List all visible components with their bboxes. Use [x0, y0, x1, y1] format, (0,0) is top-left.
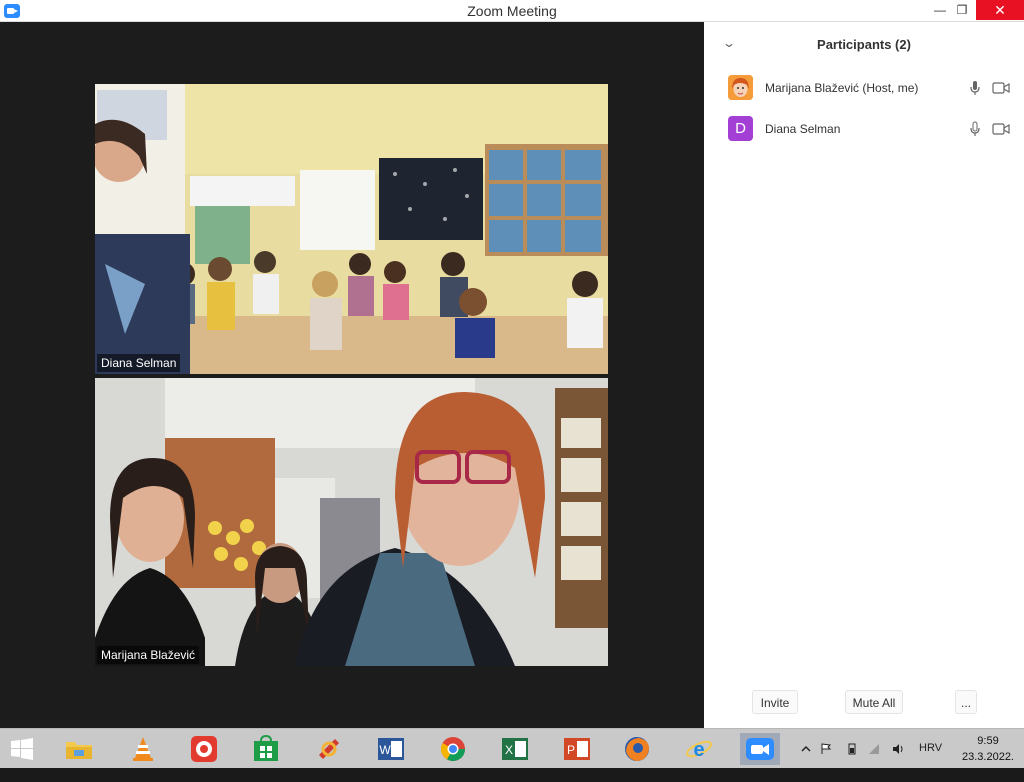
store-icon[interactable]: [249, 733, 283, 765]
powerpoint-icon[interactable]: P: [560, 733, 594, 765]
mute-all-button[interactable]: Mute All: [845, 690, 903, 714]
video-tile-marijana-blazevic[interactable]: Marijana Blažević: [95, 378, 608, 666]
classroom-video-feed: [95, 84, 608, 374]
video-name-tag: Marijana Blažević: [97, 646, 200, 664]
windows-taskbar: W X P e HRV 9:59 23.3.2022.: [0, 728, 1024, 768]
vlc-cone-icon[interactable]: [126, 733, 160, 765]
microphone-icon[interactable]: [970, 80, 980, 96]
ie-icon[interactable]: e: [682, 733, 716, 765]
participants-title: Participants (2): [817, 37, 911, 52]
network-signal-icon[interactable]: [868, 742, 880, 754]
close-button[interactable]: ✕: [976, 0, 1024, 20]
video-gallery: Diana Selman Marijana Blažević: [0, 22, 704, 728]
flag-icon[interactable]: [820, 742, 832, 754]
cartoon-avatar-icon: [728, 75, 753, 100]
clock-date[interactable]: 23.3.2022.: [955, 751, 1021, 763]
word-icon[interactable]: W: [374, 733, 408, 765]
folder-icon[interactable]: [62, 733, 96, 765]
invite-button[interactable]: Invite: [752, 690, 798, 714]
maximize-button[interactable]: ❐: [948, 0, 976, 20]
video-name-tag: Diana Selman: [97, 354, 181, 372]
word-letter: W: [379, 743, 391, 757]
video-camera-icon[interactable]: [992, 123, 1010, 135]
letter-avatar: D: [728, 116, 753, 141]
microphone-icon[interactable]: [970, 121, 980, 137]
firefox-icon[interactable]: [620, 733, 654, 765]
zoom-icon[interactable]: [740, 733, 780, 765]
more-options-button[interactable]: ...: [955, 690, 977, 714]
record-icon[interactable]: [187, 733, 221, 765]
speaker-icon[interactable]: [892, 742, 904, 754]
powerpoint-letter: P: [567, 743, 575, 757]
library-video-feed: [95, 378, 608, 666]
excel-icon[interactable]: X: [498, 733, 532, 765]
participant-row[interactable]: D Diana Selman: [704, 109, 1024, 149]
window-title: Zoom Meeting: [467, 3, 557, 19]
participant-name: Marijana Blažević (Host, me): [765, 81, 919, 95]
participants-panel: ⌄ Participants (2) Marijana Blažević (Ho…: [704, 22, 1024, 728]
chrome-icon[interactable]: [436, 733, 470, 765]
clock-time[interactable]: 9:59: [968, 735, 1008, 747]
battery-icon[interactable]: [846, 742, 858, 755]
excel-letter: X: [505, 743, 513, 757]
windows-start-icon[interactable]: [10, 738, 34, 760]
video-camera-icon[interactable]: [992, 82, 1010, 94]
participant-name: Diana Selman: [765, 122, 841, 136]
input-language[interactable]: HRV: [919, 742, 942, 782]
participant-row[interactable]: Marijana Blažević (Host, me): [704, 68, 1024, 108]
title-bar[interactable]: Zoom Meeting — ❐ ✕: [0, 0, 1024, 22]
tray-expand-icon[interactable]: [800, 742, 812, 754]
ccleaner-icon[interactable]: [312, 733, 346, 765]
ie-letter: e: [693, 739, 704, 761]
zoom-window: Zoom Meeting — ❐ ✕ Diana Selman Marijana…: [0, 0, 1024, 728]
video-tile-diana-selman[interactable]: Diana Selman: [95, 84, 608, 374]
